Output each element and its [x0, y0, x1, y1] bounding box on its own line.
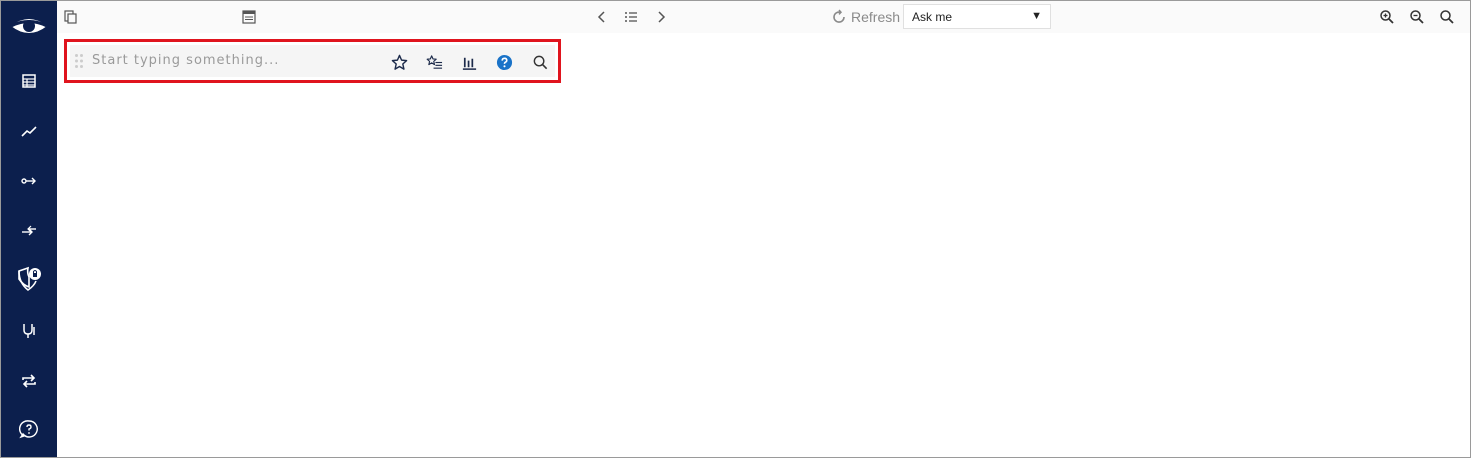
star-icon[interactable]: [388, 51, 410, 73]
trend-line-icon[interactable]: [15, 117, 43, 145]
stethoscope-icon[interactable]: [15, 317, 43, 345]
app-window: Refresh Ask me ▼: [0, 0, 1471, 458]
refresh-label: Refresh: [851, 9, 901, 25]
favorites-list-icon[interactable]: [423, 51, 445, 73]
shield-lock-icon[interactable]: [13, 263, 45, 295]
search-input[interactable]: [92, 48, 362, 72]
refresh-icon: [833, 9, 845, 23]
list-icon[interactable]: [621, 7, 641, 27]
sidebar: [1, 1, 57, 457]
swap-arrows-icon[interactable]: [15, 217, 43, 245]
search-submit-icon[interactable]: [529, 51, 551, 73]
repeat-icon[interactable]: [15, 367, 43, 395]
drag-handle-icon[interactable]: [74, 53, 84, 69]
search-icon[interactable]: [1437, 7, 1457, 27]
ask-me-select[interactable]: Ask me ▼: [903, 4, 1051, 29]
copy-icon[interactable]: [61, 7, 81, 27]
caret-down-icon: ▼: [1031, 10, 1042, 22]
eye-logo[interactable]: [9, 11, 49, 41]
ask-me-value: Ask me: [912, 9, 953, 24]
help-bubble-icon[interactable]: [15, 415, 43, 443]
chevron-right-icon[interactable]: [651, 7, 671, 27]
document-list-icon[interactable]: [239, 7, 259, 27]
help-circle-icon[interactable]: [493, 51, 515, 73]
table-icon[interactable]: [15, 67, 43, 95]
search-bar: [70, 45, 555, 77]
bar-chart-icon[interactable]: [458, 51, 480, 73]
zoom-in-icon[interactable]: [1377, 7, 1397, 27]
search-bar-highlight: [64, 39, 561, 83]
node-arrow-icon[interactable]: [15, 167, 43, 195]
chevron-left-icon[interactable]: [592, 7, 612, 27]
refresh-button[interactable]: Refresh: [831, 6, 900, 28]
top-toolbar: Refresh Ask me ▼: [57, 1, 1470, 33]
zoom-out-icon[interactable]: [1407, 7, 1427, 27]
